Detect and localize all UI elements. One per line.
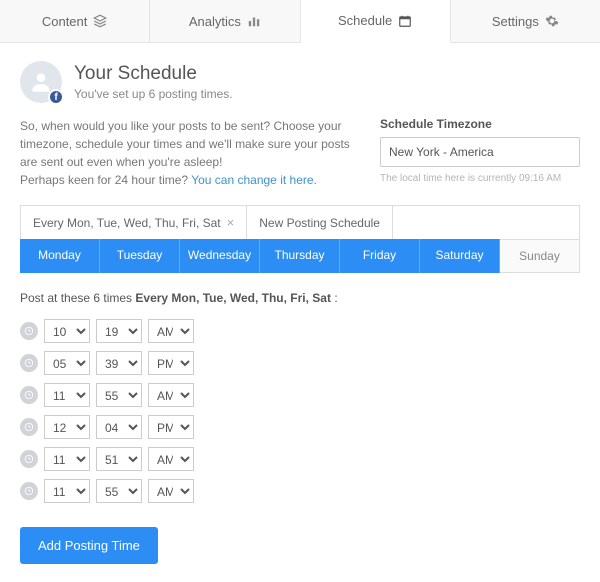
day-sunday[interactable]: Sunday — [500, 239, 580, 273]
tab-analytics-label: Analytics — [189, 14, 241, 29]
times-list: 1019AM0539PM1155AM1204PM1151AM1155AM — [20, 319, 580, 503]
timezone-note: The local time here is currently 09:16 A… — [380, 173, 580, 184]
timezone-box: Schedule Timezone The local time here is… — [380, 117, 580, 189]
clock-icon — [20, 354, 38, 372]
schedule-tabs: Every Mon, Tue, Wed, Thu, Fri, Sat × New… — [20, 205, 580, 239]
schedule-tab-new[interactable]: New Posting Schedule — [247, 206, 393, 239]
minute-select[interactable]: 19 — [96, 319, 142, 343]
time-row: 1204PM — [20, 415, 580, 439]
post-label-suffix: : — [331, 291, 338, 305]
tab-settings[interactable]: Settings — [451, 0, 600, 42]
post-label-prefix: Post at these 6 times — [20, 291, 135, 305]
hour-select[interactable]: 12 — [44, 415, 90, 439]
minute-select[interactable]: 55 — [96, 479, 142, 503]
time-row: 1151AM — [20, 447, 580, 471]
schedule-tab-new-label: New Posting Schedule — [259, 216, 380, 230]
page-header: f Your Schedule You've set up 6 posting … — [20, 61, 580, 103]
ampm-select[interactable]: AM — [148, 479, 194, 503]
time-row: 1019AM — [20, 319, 580, 343]
minute-select[interactable]: 55 — [96, 383, 142, 407]
hour-select[interactable]: 05 — [44, 351, 90, 375]
ampm-select[interactable]: PM — [148, 351, 194, 375]
ampm-select[interactable]: AM — [148, 447, 194, 471]
day-friday[interactable]: Friday — [340, 239, 420, 273]
clock-icon — [20, 418, 38, 436]
day-monday[interactable]: Monday — [20, 239, 100, 273]
post-label-bold: Every Mon, Tue, Wed, Thu, Fri, Sat — [135, 291, 331, 305]
schedule-tab-current[interactable]: Every Mon, Tue, Wed, Thu, Fri, Sat × — [21, 206, 247, 239]
change-time-format-link[interactable]: You can change it here. — [191, 173, 317, 187]
day-wednesday[interactable]: Wednesday — [180, 239, 260, 273]
post-times-label: Post at these 6 times Every Mon, Tue, We… — [20, 291, 580, 305]
intro-text: So, when would you like your posts to be… — [20, 117, 358, 189]
intro-line1: So, when would you like your posts to be… — [20, 119, 350, 169]
close-icon[interactable]: × — [227, 215, 235, 230]
tab-analytics[interactable]: Analytics — [150, 0, 300, 42]
tab-settings-label: Settings — [492, 14, 539, 29]
avatar: f — [20, 61, 62, 103]
day-tuesday[interactable]: Tuesday — [100, 239, 180, 273]
time-row: 1155AM — [20, 383, 580, 407]
timezone-input[interactable] — [380, 137, 580, 167]
bar-chart-icon — [247, 14, 261, 28]
day-thursday[interactable]: Thursday — [260, 239, 340, 273]
intro-line2-prefix: Perhaps keen for 24 hour time? — [20, 173, 191, 187]
minute-select[interactable]: 04 — [96, 415, 142, 439]
calendar-icon — [398, 14, 412, 28]
content-area: f Your Schedule You've set up 6 posting … — [0, 43, 600, 582]
main-tabs: Content Analytics Schedule Settings — [0, 0, 600, 43]
minute-select[interactable]: 39 — [96, 351, 142, 375]
clock-icon — [20, 386, 38, 404]
tab-schedule-label: Schedule — [338, 13, 392, 28]
minute-select[interactable]: 51 — [96, 447, 142, 471]
facebook-badge-icon: f — [48, 89, 64, 105]
day-saturday[interactable]: Saturday — [420, 239, 500, 273]
ampm-select[interactable]: AM — [148, 319, 194, 343]
hour-select[interactable]: 10 — [44, 319, 90, 343]
hour-select[interactable]: 11 — [44, 447, 90, 471]
layers-icon — [93, 14, 107, 28]
ampm-select[interactable]: PM — [148, 415, 194, 439]
tab-content-label: Content — [42, 14, 88, 29]
gear-icon — [545, 14, 559, 28]
clock-icon — [20, 322, 38, 340]
clock-icon — [20, 450, 38, 468]
header-text: Your Schedule You've set up 6 posting ti… — [74, 63, 233, 101]
page-title: Your Schedule — [74, 63, 233, 85]
intro-row: So, when would you like your posts to be… — [20, 117, 580, 189]
tab-schedule[interactable]: Schedule — [301, 0, 451, 43]
schedule-tab-current-label: Every Mon, Tue, Wed, Thu, Fri, Sat — [33, 216, 221, 230]
time-row: 0539PM — [20, 351, 580, 375]
clock-icon — [20, 482, 38, 500]
hour-select[interactable]: 11 — [44, 383, 90, 407]
add-posting-time-button[interactable]: Add Posting Time — [20, 527, 158, 564]
tab-content[interactable]: Content — [0, 0, 150, 42]
time-row: 1155AM — [20, 479, 580, 503]
ampm-select[interactable]: AM — [148, 383, 194, 407]
timezone-label: Schedule Timezone — [380, 117, 580, 131]
page-subtitle: You've set up 6 posting times. — [74, 87, 233, 101]
days-row: Monday Tuesday Wednesday Thursday Friday… — [20, 239, 580, 273]
hour-select[interactable]: 11 — [44, 479, 90, 503]
